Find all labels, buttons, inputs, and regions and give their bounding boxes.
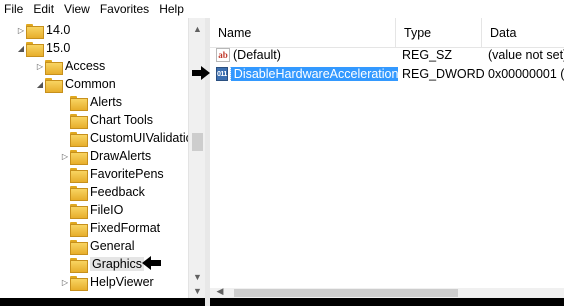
callout-arrow-left-icon [142, 256, 161, 270]
tree-item-label: Feedback [90, 185, 145, 199]
value-type: REG_DWORD [402, 67, 484, 81]
scroll-left-arrow-icon[interactable]: ◀ [212, 284, 228, 298]
tree-item-chart-tools[interactable]: Chart Tools [60, 111, 153, 129]
tree-item-alerts[interactable]: Alerts [60, 93, 122, 111]
tree-item-label: FileIO [90, 203, 124, 217]
tree-item-label: Alerts [90, 95, 122, 109]
tree-item-label: HelpViewer [90, 275, 154, 289]
expand-arrow-icon[interactable]: ▷ [60, 147, 70, 165]
tree-item-label: Chart Tools [90, 113, 153, 127]
folder-icon [70, 257, 88, 273]
expand-arrow-icon[interactable]: ▷ [35, 57, 45, 75]
scrollbar-thumb[interactable] [234, 289, 458, 297]
scrollbar-thumb[interactable] [192, 133, 203, 151]
value-data: (value not set) [488, 48, 564, 62]
tree-item-fileio[interactable]: FileIO [60, 201, 123, 219]
menu-view[interactable]: View [60, 0, 96, 18]
value-type: REG_SZ [402, 48, 453, 62]
menu-file[interactable]: File [0, 0, 29, 18]
value-row-default[interactable]: ab (Default) REG_SZ (value not set) [210, 46, 564, 64]
registry-key-tree: ▷ 14.0 ◢ 15.0 ▷ Access ◢ Common Alerts C… [0, 18, 205, 298]
folder-icon [70, 203, 88, 219]
value-data: 0x00000001 (1) [488, 67, 564, 81]
tree-item-label: CustomUIValidatic [90, 131, 192, 145]
tree-item-feedback[interactable]: Feedback [60, 183, 145, 201]
tree-item-access[interactable]: ▷ Access [35, 57, 105, 75]
tree-item-label: General [90, 239, 135, 253]
tree-item-fixedformat[interactable]: FixedFormat [60, 219, 160, 237]
tree-item-label: Common [65, 77, 116, 91]
tree-item-general[interactable]: General [60, 237, 134, 255]
folder-icon [70, 131, 88, 147]
tree-item-helpviewer[interactable]: ▷ HelpViewer [60, 273, 154, 291]
collapse-arrow-icon[interactable]: ◢ [35, 75, 45, 93]
tree-item-label: Graphics [90, 257, 145, 271]
value-name: DisableHardwareAcceleration [229, 67, 398, 81]
scroll-up-arrow-icon[interactable]: ▲ [189, 20, 206, 37]
menu-edit[interactable]: Edit [29, 0, 60, 18]
tree-item-drawalerts[interactable]: ▷ DrawAlerts [60, 147, 151, 165]
folder-icon [70, 95, 88, 111]
folder-icon [45, 59, 63, 75]
list-header: Name Type Data [210, 18, 564, 48]
folder-icon [70, 113, 88, 129]
tree-item-label: DrawAlerts [90, 149, 152, 163]
tree-item-common[interactable]: ◢ Common [35, 75, 116, 93]
folder-icon [45, 77, 63, 93]
tree-vertical-scrollbar[interactable]: ▲ ▼ ▼ [188, 18, 205, 298]
list-horizontal-scrollbar[interactable]: ◀ [210, 286, 564, 298]
folder-icon [70, 239, 88, 255]
tree-item-label: FixedFormat [90, 221, 161, 235]
value-name-cell: 011 DisableHardwareAcceleration [210, 67, 398, 81]
column-header-type[interactable]: Type [396, 18, 482, 48]
tree-item-15-0[interactable]: ◢ 15.0 [16, 39, 70, 57]
value-name-cell: ab (Default) [210, 48, 398, 62]
tree-item-customuivalidation[interactable]: CustomUIValidatic [60, 129, 192, 147]
folder-icon [70, 149, 88, 165]
string-value-icon: ab [216, 48, 230, 62]
dword-value-icon: 011 [216, 67, 228, 81]
column-header-name[interactable]: Name [210, 18, 396, 48]
value-row-disablehardwareacceleration[interactable]: 011 DisableHardwareAcceleration REG_DWOR… [210, 65, 564, 83]
tree-item-graphics[interactable]: Graphics [60, 255, 145, 273]
tree-item-label: 14.0 [46, 23, 71, 37]
collapse-arrow-icon[interactable]: ◢ [16, 39, 26, 57]
folder-icon [70, 275, 88, 291]
column-header-data[interactable]: Data [482, 18, 564, 48]
menu-favorites[interactable]: Favorites [96, 0, 155, 18]
menu-bar: File Edit View Favorites Help [0, 0, 564, 18]
tree-item-label: FavoritePens [90, 167, 164, 181]
tree-item-label: 15.0 [46, 41, 71, 55]
tree-item-favoritepens[interactable]: FavoritePens [60, 165, 164, 183]
tree-item-label: Access [65, 59, 106, 73]
folder-icon [26, 41, 44, 57]
menu-help[interactable]: Help [155, 0, 190, 18]
folder-icon [26, 23, 44, 39]
expand-arrow-icon[interactable]: ▷ [16, 21, 26, 39]
expand-arrow-icon[interactable]: ▷ [60, 273, 70, 291]
folder-icon [70, 185, 88, 201]
callout-arrow-right-icon [192, 66, 210, 80]
value-name: (Default) [233, 48, 281, 62]
scroll-down-arrow-icon[interactable]: ▼ [189, 282, 206, 299]
registry-values-list: Name Type Data ab (Default) REG_SZ (valu… [210, 18, 564, 288]
folder-icon [70, 221, 88, 237]
folder-icon [70, 167, 88, 183]
tree-item-14-0[interactable]: ▷ 14.0 [16, 21, 70, 39]
